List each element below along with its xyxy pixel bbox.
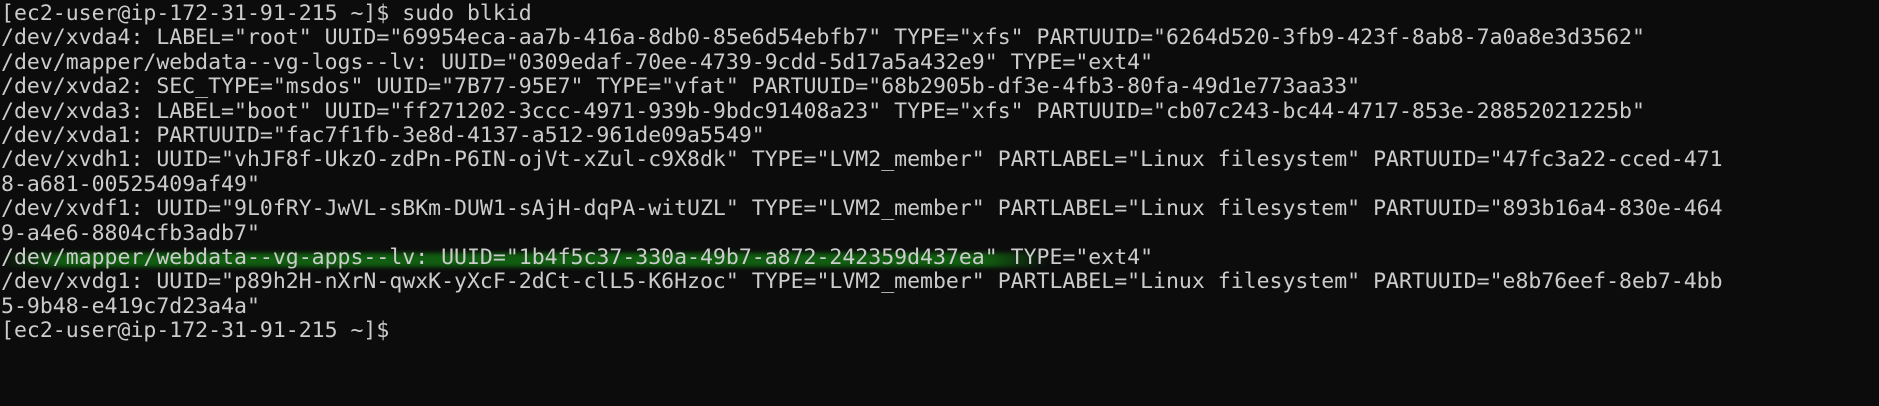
output-line: /dev/xvda2: SEC_TYPE="msdos" UUID="7B77-… — [0, 74, 1879, 100]
output-text: /dev/xvdf1: UUID="9L0fRY-JwVL-sBKm-DUW1-… — [1, 196, 1723, 222]
output-line: /dev/xvda4: LABEL="root" UUID="69954eca-… — [0, 26, 1879, 50]
output-line-wrapped: 9-a4e6-8804cfb3adb7" — [0, 220, 1879, 246]
prompt-line-command: [ec2-user@ip-172-31-91-215 ~]$ sudo blki… — [0, 1, 1879, 26]
output-line: /dev/xvda3: LABEL="boot" UUID="ff271202-… — [0, 98, 1879, 124]
text-cursor — [389, 321, 401, 343]
command-text: [ec2-user@ip-172-31-91-215 ~]$ sudo blki… — [1, 1, 532, 26]
output-text: /dev/xvda1: PARTUUID="fac7f1fb-3e8d-4137… — [1, 122, 765, 148]
output-text: 5-9b48-e419c7d23a4a" — [1, 293, 260, 319]
output-line: /dev/xvda1: PARTUUID="fac7f1fb-3e8d-4137… — [0, 122, 1879, 148]
output-line: /dev/xvdg1: UUID="p89h2H-nXrN-qwxK-yXcF-… — [0, 270, 1879, 294]
output-line: /dev/xvdf1: UUID="9L0fRY-JwVL-sBKm-DUW1-… — [0, 196, 1879, 222]
output-text: 8-a681-00525409af49" — [1, 171, 260, 197]
output-text: /dev/xvda3: LABEL="boot" UUID="ff271202-… — [1, 98, 1645, 124]
output-text: /dev/mapper/webdata--vg-logs--lv: UUID="… — [1, 49, 1154, 75]
output-line-highlighted: /dev/mapper/webdata--vg-apps--lv: UUID="… — [0, 244, 1879, 270]
output-text: /dev/xvda4: LABEL="root" UUID="69954eca-… — [1, 25, 1645, 51]
output-text: 9-a4e6-8804cfb3adb7" — [1, 220, 260, 246]
terminal-window[interactable]: [ec2-user@ip-172-31-91-215 ~]$ sudo blki… — [0, 0, 1879, 406]
output-text: /dev/mapper/webdata--vg-apps--lv: UUID="… — [1, 244, 1154, 270]
output-line: /dev/mapper/webdata--vg-logs--lv: UUID="… — [0, 49, 1879, 75]
prompt-line[interactable]: [ec2-user@ip-172-31-91-215 ~]$ — [0, 318, 1879, 344]
output-text: /dev/xvdg1: UUID="p89h2H-nXrN-qwxK-yXcF-… — [1, 269, 1723, 295]
prompt-text: [ec2-user@ip-172-31-91-215 ~]$ — [1, 318, 390, 344]
output-line-wrapped: 5-9b48-e419c7d23a4a" — [0, 293, 1879, 319]
output-text: /dev/xvda2: SEC_TYPE="msdos" UUID="7B77-… — [1, 74, 1361, 100]
output-line: /dev/xvdh1: UUID="vhJF8f-UkzO-zdPn-P6IN-… — [0, 148, 1879, 172]
output-line-wrapped: 8-a681-00525409af49" — [0, 171, 1879, 197]
output-text: /dev/xvdh1: UUID="vhJF8f-UkzO-zdPn-P6IN-… — [1, 147, 1723, 173]
